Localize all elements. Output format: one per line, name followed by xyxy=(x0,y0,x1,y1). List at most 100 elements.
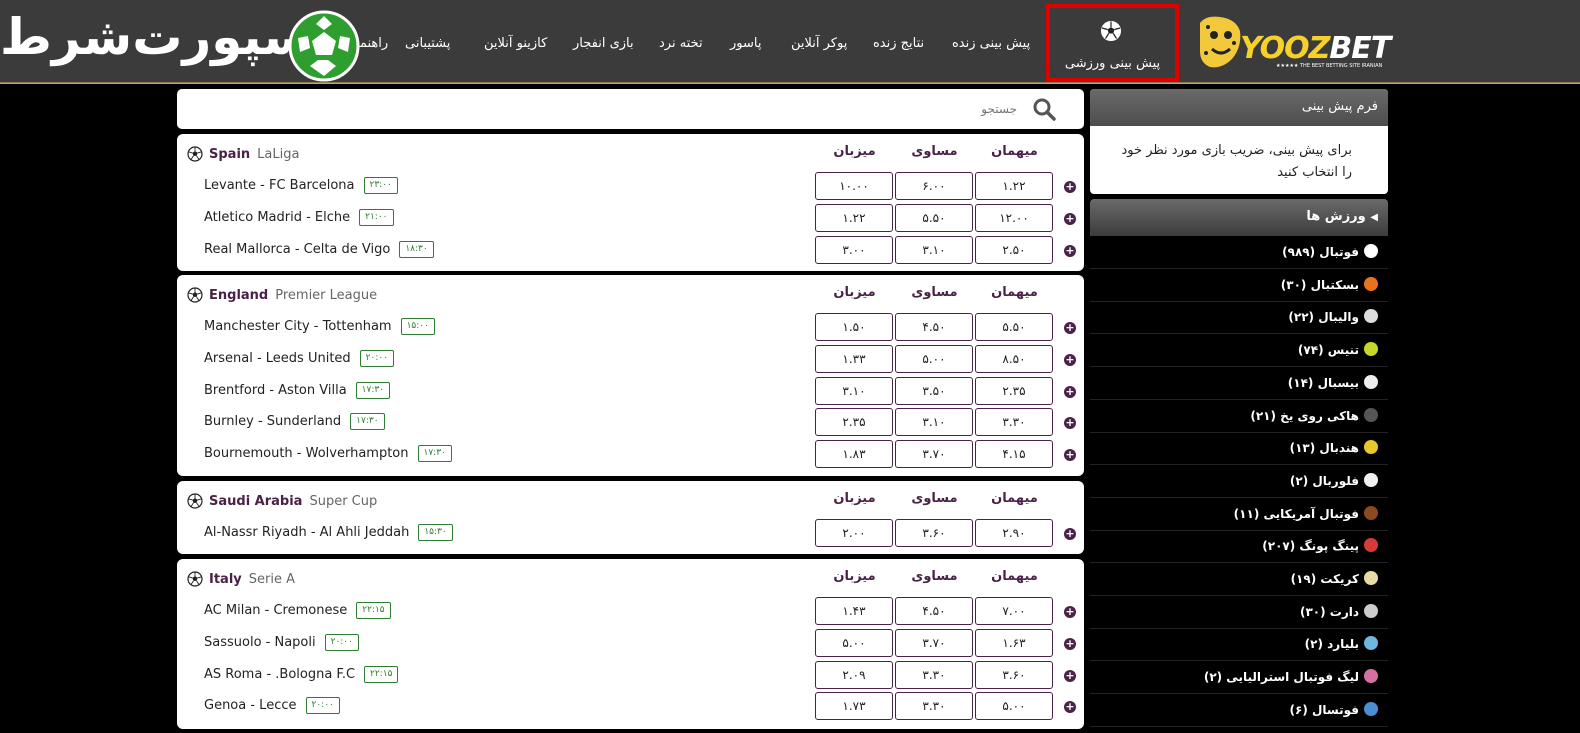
sport-item[interactable]: بسکتبال (۳۰) xyxy=(1090,269,1388,302)
sport-item[interactable]: فوتسال (۶) xyxy=(1090,694,1388,727)
match-teams[interactable]: Atletico Madrid - Elche ۲۱:۰۰ xyxy=(204,208,394,226)
odd-away-button[interactable]: ۷.۰۰ xyxy=(975,597,1053,625)
sport-item[interactable]: بلیارد (۲) xyxy=(1090,628,1388,662)
sport-item[interactable]: لیگ فوتبال استرالیایی (۲) xyxy=(1090,661,1388,695)
odd-draw-button[interactable]: ۳.۱۰ xyxy=(895,235,973,264)
league-competition[interactable]: Super Cup xyxy=(309,494,377,509)
odd-home-button[interactable]: ۱.۲۲ xyxy=(815,203,893,232)
odd-home-button[interactable]: ۱.۳۳ xyxy=(815,344,893,373)
league-competition[interactable]: LaLiga xyxy=(257,147,299,162)
more-bets-plus-icon[interactable]: + xyxy=(1064,449,1076,461)
league-country[interactable]: Saudi Arabia xyxy=(209,494,302,509)
odd-draw-button[interactable]: ۴.۵۰ xyxy=(895,597,973,625)
league-country[interactable]: Italy xyxy=(209,572,242,587)
nav-online-casino[interactable]: کازینو آنلاین xyxy=(484,36,547,51)
nav-sports-betting[interactable]: پیش بینی ورزشی xyxy=(1046,4,1179,82)
match-teams[interactable]: AC Milan - Cremonese ۲۲:۱۵ xyxy=(204,602,391,619)
more-bets-plus-icon[interactable]: + xyxy=(1064,528,1076,540)
sport-item[interactable]: بیسبال (۱۴) xyxy=(1090,367,1388,400)
odd-home-button[interactable]: ۱۰.۰۰ xyxy=(815,172,893,200)
odd-home-button[interactable]: ۱.۷۳ xyxy=(815,692,893,721)
more-bets-plus-icon[interactable]: + xyxy=(1064,606,1076,618)
odd-draw-button[interactable]: ۶.۰۰ xyxy=(895,172,973,200)
odd-home-button[interactable]: ۳.۱۰ xyxy=(815,376,893,405)
odd-away-button[interactable]: ۵.۰۰ xyxy=(975,692,1053,721)
league-competition[interactable]: Premier League xyxy=(275,288,377,303)
odd-draw-button[interactable]: ۳.۳۰ xyxy=(895,660,973,689)
odd-away-button[interactable]: ۲.۵۰ xyxy=(975,235,1053,264)
match-teams[interactable]: AS Roma - .Bologna F.C ۲۲:۱۵ xyxy=(204,665,399,683)
nav-support[interactable]: پشتیبانی xyxy=(405,36,450,51)
more-bets-plus-icon[interactable]: + xyxy=(1064,181,1076,193)
sport-item[interactable]: دارت (۳۰) xyxy=(1090,596,1388,629)
sport-item[interactable]: فلوربال (۲) xyxy=(1090,465,1388,498)
sport-item[interactable]: والیبال (۲۲) xyxy=(1090,301,1388,335)
odd-draw-button[interactable]: ۳.۳۰ xyxy=(895,692,973,721)
nav-pasur[interactable]: پاسور xyxy=(730,36,761,51)
sport-item[interactable]: هندبال (۱۳) xyxy=(1090,432,1388,466)
sport-item[interactable]: فوتبال (۹۸۹) xyxy=(1090,236,1388,269)
nav-online-poker[interactable]: پوکر آنلاین xyxy=(791,36,847,51)
nav-backgammon[interactable]: تخته نرد xyxy=(659,36,703,51)
odd-draw-button[interactable]: ۳.۷۰ xyxy=(895,628,973,657)
nav-help[interactable]: راهنما xyxy=(356,36,388,51)
esport-logo[interactable]: اسپورت‌شرط xyxy=(0,8,370,83)
more-bets-plus-icon[interactable]: + xyxy=(1064,212,1076,225)
more-bets-plus-icon[interactable]: + xyxy=(1064,322,1076,334)
odd-away-button[interactable]: ۲.۹۰ xyxy=(975,519,1053,547)
odd-away-button[interactable]: ۱۲.۰۰ xyxy=(975,203,1053,232)
odd-away-button[interactable]: ۵.۵۰ xyxy=(975,313,1053,341)
league-competition[interactable]: Serie A xyxy=(249,572,295,587)
odd-home-button[interactable]: ۱.۸۳ xyxy=(815,440,893,468)
nav-live-results[interactable]: نتایج زنده xyxy=(873,36,924,51)
odd-draw-button[interactable]: ۳.۱۰ xyxy=(895,408,973,437)
more-bets-plus-icon[interactable]: + xyxy=(1064,385,1076,398)
match-teams[interactable]: Genoa - Lecce ۲۰:۰۰ xyxy=(204,697,340,715)
league-country[interactable]: Spain xyxy=(209,147,250,162)
odd-away-button[interactable]: ۲.۳۵ xyxy=(975,376,1053,405)
odd-home-button[interactable]: ۲.۰۹ xyxy=(815,660,893,689)
odd-away-button[interactable]: ۳.۶۰ xyxy=(975,660,1053,689)
match-teams[interactable]: Bournemouth - Wolverhampton ۱۷:۳۰ xyxy=(204,445,452,462)
match-teams[interactable]: Brentford - Aston Villa ۱۷:۳۰ xyxy=(204,381,391,399)
odd-home-button[interactable]: ۱.۵۰ xyxy=(815,313,893,341)
more-bets-plus-icon[interactable]: + xyxy=(1064,244,1076,257)
odd-home-button[interactable]: ۳.۰۰ xyxy=(815,235,893,264)
odd-home-button[interactable]: ۲.۰۰ xyxy=(815,519,893,547)
odd-draw-button[interactable]: ۳.۵۰ xyxy=(895,376,973,405)
sport-item[interactable]: فوتبال آمریکایی (۱۱) xyxy=(1090,498,1388,531)
sport-item[interactable]: کریکت (۱۹) xyxy=(1090,563,1388,596)
odd-away-button[interactable]: ۳.۳۰ xyxy=(975,408,1053,437)
odd-draw-button[interactable]: ۴.۵۰ xyxy=(895,313,973,341)
yoozbet-logo[interactable]: YOOZBET ★★★★★ THE BEST BETTING SITE IRAN… xyxy=(1196,13,1391,75)
sport-item[interactable]: پینگ پونگ (۲۰۷) xyxy=(1090,530,1388,564)
odd-away-button[interactable]: ۱.۶۳ xyxy=(975,628,1053,657)
odd-home-button[interactable]: ۵.۰۰ xyxy=(815,628,893,657)
match-teams[interactable]: Arsenal - Leeds United ۲۰:۰۰ xyxy=(204,349,395,367)
league-country[interactable]: England xyxy=(209,288,268,303)
more-bets-plus-icon[interactable]: + xyxy=(1064,669,1076,682)
odd-home-button[interactable]: ۱.۴۳ xyxy=(815,597,893,625)
match-teams[interactable]: Sassuolo - Napoli ۲۰:۰۰ xyxy=(204,633,359,651)
odd-draw-button[interactable]: ۵.۵۰ xyxy=(895,203,973,232)
match-teams[interactable]: Levante - FC Barcelona ۲۳:۰۰ xyxy=(204,177,398,194)
match-teams[interactable]: Al-Nassr Riyadh - Al Ahli Jeddah ۱۵:۳۰ xyxy=(204,524,453,541)
odd-draw-button[interactable]: ۳.۷۰ xyxy=(895,440,973,468)
sport-item[interactable]: تنیس (۷۴) xyxy=(1090,334,1388,368)
more-bets-plus-icon[interactable]: + xyxy=(1064,701,1076,714)
odd-draw-button[interactable]: ۳.۶۰ xyxy=(895,519,973,547)
odd-draw-button[interactable]: ۵.۰۰ xyxy=(895,344,973,373)
sport-item[interactable]: هاکی روی یخ (۲۱) xyxy=(1090,400,1388,433)
more-bets-plus-icon[interactable]: + xyxy=(1064,353,1076,366)
more-bets-plus-icon[interactable]: + xyxy=(1064,637,1076,650)
match-teams[interactable]: Manchester City - Tottenham ۱۵:۰۰ xyxy=(204,318,435,335)
more-bets-plus-icon[interactable]: + xyxy=(1064,417,1076,430)
search-icon[interactable] xyxy=(1032,97,1056,121)
odd-away-button[interactable]: ۱.۲۲ xyxy=(975,172,1053,200)
search-input[interactable] xyxy=(187,97,1017,121)
odd-away-button[interactable]: ۴.۱۵ xyxy=(975,440,1053,468)
odd-away-button[interactable]: ۸.۵۰ xyxy=(975,344,1053,373)
sports-menu-header[interactable]: ◀ ورزش ها xyxy=(1090,199,1388,236)
nav-crash-game[interactable]: بازی انفجار xyxy=(573,36,634,51)
match-teams[interactable]: Real Mallorca - Celta de Vigo ۱۸:۳۰ xyxy=(204,240,434,258)
